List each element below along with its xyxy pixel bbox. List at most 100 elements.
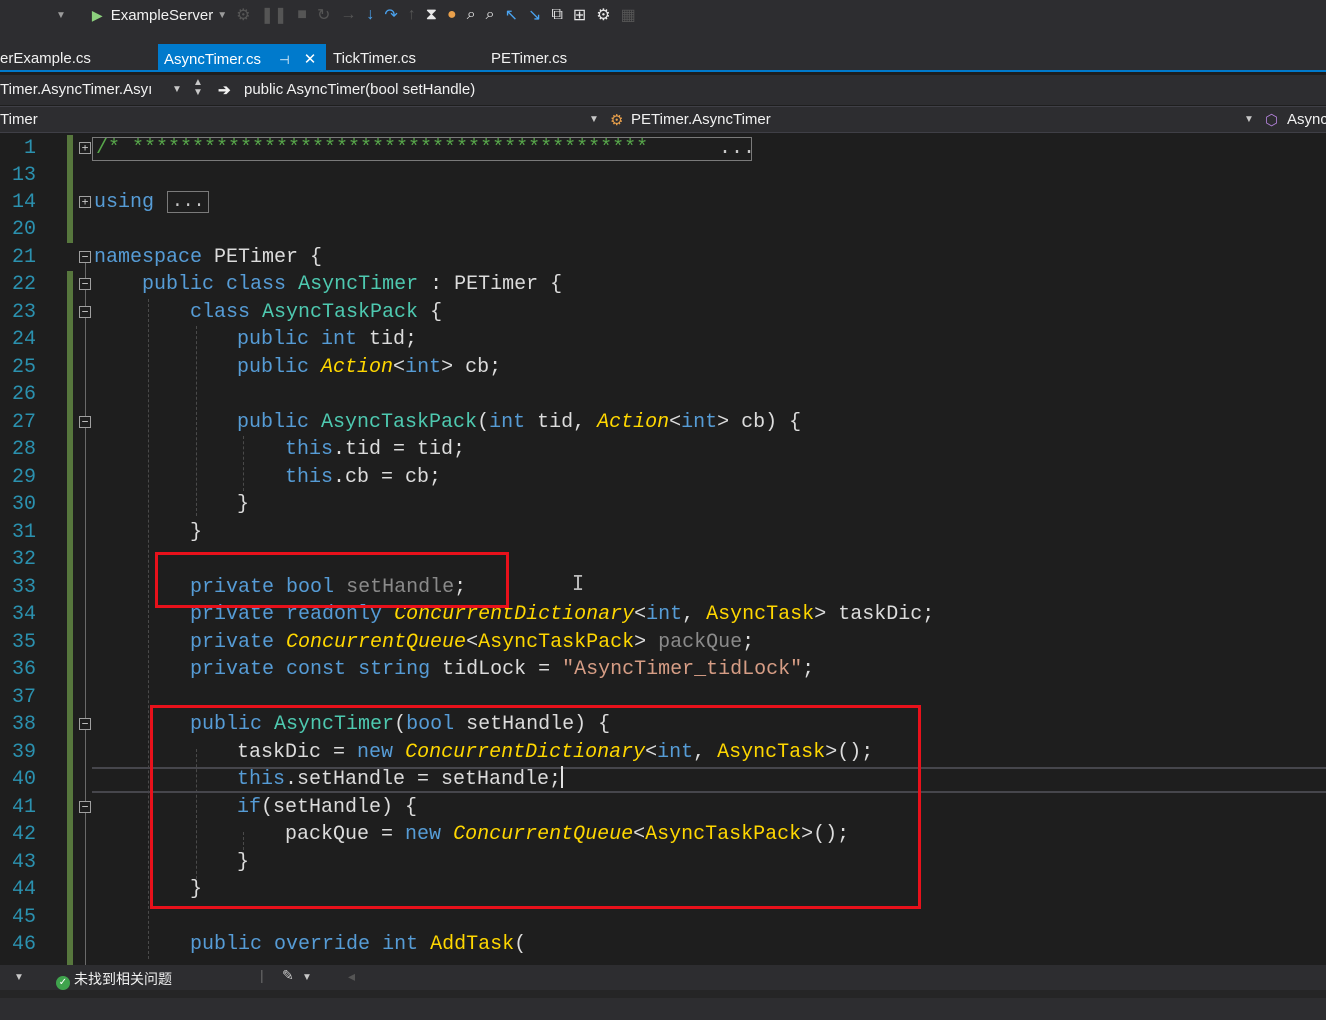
keyword: int bbox=[681, 411, 718, 434]
expand-icon[interactable]: + bbox=[79, 142, 91, 154]
tab-label: TickTimer.cs bbox=[333, 50, 417, 67]
code-line-23: class AsyncTaskPack { bbox=[190, 299, 442, 326]
collapse-icon[interactable]: − bbox=[79, 718, 91, 730]
keyword: class bbox=[190, 301, 251, 324]
settings-icon[interactable]: ⚙ bbox=[596, 5, 610, 25]
code-text: > cb) { bbox=[717, 411, 802, 434]
step-out-icon[interactable]: ↑ bbox=[408, 6, 416, 24]
indent-guide bbox=[196, 326, 197, 516]
collapse-icon[interactable]: − bbox=[79, 801, 91, 813]
code-text: > taskDic; bbox=[814, 603, 935, 626]
code-text: ; bbox=[742, 631, 755, 654]
chevron-down-icon[interactable]: ▼ bbox=[172, 84, 182, 95]
indent-guide bbox=[148, 299, 149, 959]
collapse-icon[interactable]: − bbox=[79, 416, 91, 428]
code-line-36: private const string tidLock = "AsyncTim… bbox=[190, 656, 814, 683]
tab-servereexample[interactable]: erExample.cs bbox=[0, 44, 150, 72]
code-text: tid, bbox=[525, 411, 598, 434]
keyword: int bbox=[489, 411, 526, 434]
method-icon: ⬡ bbox=[1265, 112, 1279, 129]
brush-icon[interactable]: ✎ bbox=[282, 967, 294, 984]
find-icon[interactable]: ⌕ bbox=[467, 6, 476, 24]
issues-indicator[interactable]: ✓ 未找到相关问题 bbox=[56, 969, 172, 990]
line-number: 32 bbox=[11, 548, 36, 571]
pin-icon[interactable]: ⊣ bbox=[279, 53, 289, 67]
split-icon[interactable]: ⊞ bbox=[573, 5, 586, 25]
keyword: int bbox=[646, 603, 683, 626]
line-number: 29 bbox=[11, 466, 36, 489]
code-text: < bbox=[669, 411, 682, 434]
tab-petimer[interactable]: PETimer.cs bbox=[491, 44, 641, 72]
chevron-down-icon[interactable]: ▼ bbox=[302, 972, 312, 983]
collapsed-using[interactable]: ... bbox=[167, 191, 210, 213]
unused-field: packQue bbox=[658, 631, 743, 654]
code-text: , bbox=[682, 603, 707, 626]
tab-ticktimer[interactable]: TickTimer.cs bbox=[333, 44, 483, 72]
code-text: < bbox=[466, 631, 479, 654]
type-dropdown[interactable]: PETimer.AsyncTimer bbox=[631, 111, 771, 128]
changed-lines-bar bbox=[67, 135, 73, 243]
chevron-down-icon[interactable]: ▼ bbox=[1244, 114, 1254, 125]
layout-icon[interactable]: ▦ bbox=[621, 5, 636, 25]
keyword: private bbox=[190, 658, 275, 681]
scope-dropdown[interactable]: Timer bbox=[0, 111, 38, 128]
navigate-backward-icon[interactable]: ↖ bbox=[505, 5, 518, 25]
code-text: .tid = tid; bbox=[333, 438, 466, 461]
step-over-icon[interactable]: ↷ bbox=[384, 5, 397, 25]
debug-target-label[interactable]: ExampleServer bbox=[111, 7, 214, 24]
line-number: 41 bbox=[11, 796, 36, 819]
zoom-dropdown-arrow[interactable]: ▼ bbox=[14, 972, 24, 983]
member-dropdown[interactable]: Async bbox=[1287, 111, 1326, 128]
find-in-files-icon[interactable]: ⌕ bbox=[486, 6, 495, 24]
line-number: 33 bbox=[11, 576, 36, 599]
keyword: this bbox=[285, 466, 334, 489]
expand-icon[interactable]: + bbox=[79, 196, 91, 208]
line-number: 22 bbox=[11, 273, 36, 296]
line-number: 13 bbox=[11, 164, 36, 187]
type-name: AsyncTask bbox=[706, 603, 815, 626]
code-text: < bbox=[634, 603, 647, 626]
attach-icon[interactable]: ⚙ bbox=[236, 5, 250, 25]
step-into-icon[interactable]: ↓ bbox=[366, 6, 374, 24]
keyword: string bbox=[358, 658, 431, 681]
navigate-forward-icon[interactable]: ↘ bbox=[528, 5, 541, 25]
type-name: AsyncTaskPack bbox=[262, 301, 419, 324]
keyword: public bbox=[237, 328, 310, 351]
separator: | bbox=[260, 967, 264, 983]
collapse-icon[interactable]: − bbox=[79, 251, 91, 263]
type-name: AsyncTimer bbox=[298, 273, 419, 296]
class-icon: ⚙ bbox=[610, 112, 624, 129]
close-icon[interactable]: ✕ bbox=[304, 51, 317, 68]
navigation-bar: Timer.AsyncTimer.Asyı ▼ ▲ ▼ ➔ public Asyn… bbox=[0, 75, 1326, 105]
collapse-icon[interactable]: − bbox=[79, 306, 91, 318]
keyword: public bbox=[237, 411, 310, 434]
check-icon: ✓ bbox=[56, 976, 70, 990]
show-next-statement-icon[interactable]: → bbox=[340, 6, 356, 24]
chevron-down-icon[interactable]: ▼ bbox=[589, 114, 599, 125]
code-editor[interactable]: 1 13 14 20 21 22 23 24 25 26 27 28 29 30… bbox=[0, 133, 1326, 965]
line-number: 34 bbox=[11, 603, 36, 626]
member-label[interactable]: public AsyncTimer(bool setHandle) bbox=[244, 81, 475, 98]
type-name: ConcurrentQueue bbox=[286, 631, 467, 654]
navigation-arrow-icon[interactable]: ◂ bbox=[348, 968, 355, 985]
hot-reload-icon[interactable]: ⧗ bbox=[426, 6, 437, 24]
new-window-icon[interactable]: ⧉ bbox=[551, 6, 562, 24]
collapsed-region-ellipsis[interactable]: ... bbox=[719, 135, 755, 162]
target-dropdown-arrow[interactable]: ▼ bbox=[217, 10, 227, 21]
class-path-dropdown[interactable]: Timer.AsyncTimer.Asyı bbox=[0, 81, 152, 98]
code-line-14: using bbox=[94, 189, 154, 216]
editor-status-bar: ▼ ✓ 未找到相关问题 | ✎ ▼ ◂ bbox=[0, 965, 1326, 990]
tab-asynctimer[interactable]: AsyncTimer.cs ⊣ ✕ bbox=[158, 44, 326, 72]
line-number: 25 bbox=[11, 356, 36, 379]
pause-icon[interactable]: ❚❚ bbox=[260, 5, 287, 25]
collapsed-region-box[interactable] bbox=[92, 137, 752, 161]
diagnostics-icon[interactable]: ● bbox=[447, 6, 457, 24]
config-dropdown-arrow[interactable]: ▼ bbox=[56, 10, 66, 21]
line-number: 28 bbox=[11, 438, 36, 461]
stop-icon[interactable]: ■ bbox=[297, 6, 307, 24]
restart-icon[interactable]: ↻ bbox=[317, 5, 330, 25]
start-icon[interactable]: ▶ bbox=[92, 7, 103, 24]
annotation-box-constructor bbox=[150, 705, 921, 909]
scroll-up-down-icon[interactable]: ▲ ▼ bbox=[193, 78, 203, 98]
collapse-icon[interactable]: − bbox=[79, 278, 91, 290]
